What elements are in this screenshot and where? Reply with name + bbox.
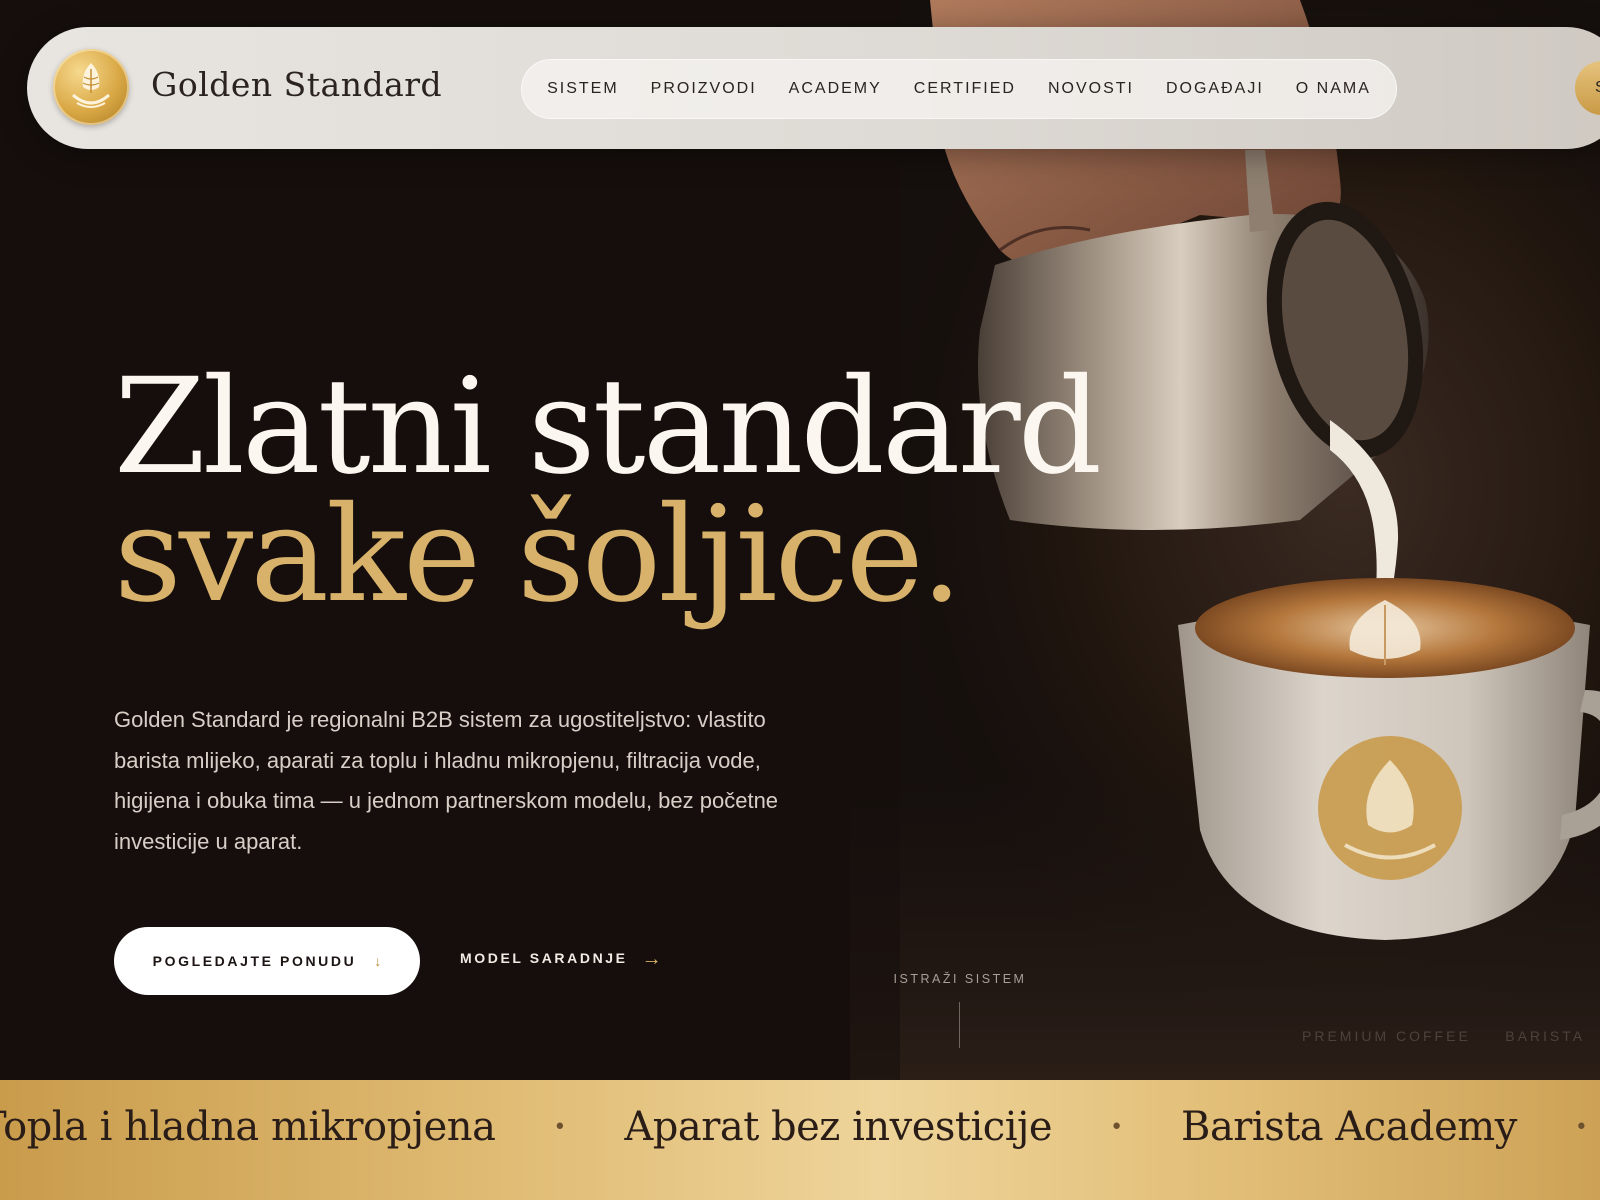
logo[interactable] [53,49,129,125]
marquee-separator: • [1574,1114,1588,1140]
headline-line-2: svake šoljice. [114,478,963,632]
nav-item-certified[interactable]: CERTIFIED [914,80,1016,98]
site-header: Golden Standard SISTEM PROIZVODI ACADEMY… [27,27,1600,149]
cooperation-model-link[interactable]: MODEL SARADNJE → [460,948,662,971]
cooperation-model-label: MODEL SARADNJE [460,950,628,966]
faint-tag: BARISTA [1505,1028,1586,1044]
faint-tag: PREMIUM COFFEE [1302,1028,1471,1044]
marquee-separator: • [553,1114,567,1140]
hero-intro: Golden Standard je regionalni B2B sistem… [114,707,779,854]
main-nav: SISTEM PROIZVODI ACADEMY CERTIFIED NOVOS… [521,59,1397,119]
view-offer-button[interactable]: POGLEDAJTE PONUDU ↓ [114,927,420,995]
nav-item-proizvodi[interactable]: PROIZVODI [651,80,757,98]
nav-item-dogadaji[interactable]: DOGAĐAJI [1166,80,1264,98]
brand-name[interactable]: Golden Standard [151,65,442,104]
nav-item-novosti[interactable]: NOVOSTI [1048,80,1134,98]
faint-tag-strip: PREMIUM COFFEE BARISTA [1302,1028,1600,1046]
marquee-separator: • [1110,1114,1124,1140]
nav-item-o-nama[interactable]: O NAMA [1296,80,1371,98]
nav-item-academy[interactable]: ACADEMY [789,80,882,98]
marquee-item: Barista Academy [1181,1104,1517,1150]
arrow-down-icon: ↓ [374,953,382,969]
headline-line-1: Zlatni standard [114,350,1102,504]
header-cta-button[interactable]: S [1575,61,1600,115]
marquee-item: Topla i hladna mikropjena [0,1104,496,1150]
header-cta-label: S [1595,79,1600,97]
arrow-right-icon: → [641,948,662,970]
marquee-item: Aparat bez investicije [624,1104,1053,1150]
page: Golden Standard SISTEM PROIZVODI ACADEMY… [0,0,1600,1200]
nav-item-sistem[interactable]: SISTEM [547,80,619,98]
latte-art-icon [72,63,110,108]
scroll-indicator-line [959,1002,960,1048]
hero-headline: Zlatni standard svake šoljice. [114,350,1102,632]
marquee-band: Topla i hladna mikropjena • Aparat bez i… [0,1080,1600,1200]
view-offer-label: POGLEDAJTE PONUDU [152,953,357,969]
explore-system-link[interactable]: ISTRAŽI SISTEM [860,972,1060,986]
marquee-track: Topla i hladna mikropjena • Aparat bez i… [0,1104,1600,1150]
